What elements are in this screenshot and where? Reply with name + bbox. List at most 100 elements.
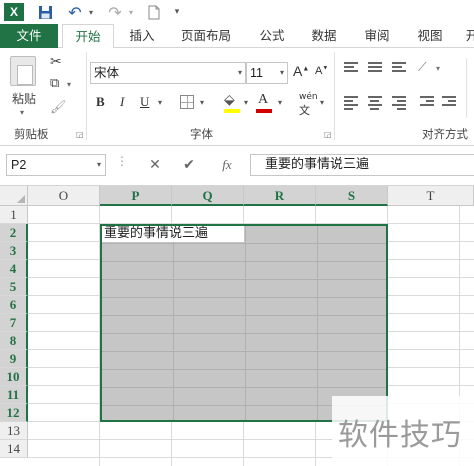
font-size-value: 11 [250, 66, 263, 80]
undo-icon[interactable]: ↶ [66, 3, 84, 22]
row-header-11[interactable]: 11 [0, 386, 28, 404]
insert-function-button[interactable]: fx [212, 154, 242, 176]
row-header-14[interactable]: 14 [0, 440, 28, 458]
ribbon-tab-bar: 文件 开始 插入 页面布局 公式 数据 审阅 视图 开 [0, 24, 474, 49]
tab-file[interactable]: 文件 [0, 24, 58, 48]
redo-dropdown-icon[interactable]: ▾ [126, 3, 136, 21]
quick-access-toolbar: X ↶ ▾ ↷ ▾ ▾ [0, 0, 474, 24]
column-header-q[interactable]: Q [172, 186, 244, 206]
row-header-9[interactable]: 9 [0, 350, 28, 368]
chevron-down-icon[interactable]: ▾ [97, 155, 101, 175]
font-color-swatch [256, 109, 272, 113]
tab-review[interactable]: 审阅 [355, 24, 399, 48]
font-color-icon[interactable]: A [258, 92, 268, 108]
group-divider [86, 52, 87, 140]
row-header-12[interactable]: 12 [0, 404, 28, 422]
paste-button-label[interactable]: 粘贴 [12, 90, 36, 107]
alignment-group-label: 对齐方式 [422, 127, 468, 141]
selected-range[interactable] [100, 224, 388, 422]
row-header-1[interactable]: 1 [0, 206, 28, 224]
column-header-t[interactable]: T [388, 186, 474, 206]
watermark-text: 软件技巧 [338, 418, 462, 453]
name-box[interactable]: P2 ▾ [6, 154, 106, 176]
row-header-6[interactable]: 6 [0, 296, 28, 314]
row-header-7[interactable]: 7 [0, 314, 28, 332]
row-header-2[interactable]: 2 [0, 224, 28, 242]
active-cell-p2[interactable]: 重要的事情说三遍 [102, 226, 244, 242]
group-divider [334, 52, 335, 140]
increase-indent-icon[interactable] [442, 96, 456, 108]
bottom-align-icon[interactable] [392, 62, 406, 74]
font-launcher-icon[interactable]: ◲ [324, 130, 332, 139]
watermark: 软件技巧 [332, 396, 474, 466]
underline-dropdown-icon[interactable]: ▾ [158, 98, 162, 107]
save-icon[interactable] [36, 3, 54, 21]
tab-formulas[interactable]: 公式 [250, 24, 294, 48]
excel-icon[interactable]: X [4, 3, 24, 21]
font-group-label: 字体 [190, 127, 213, 141]
column-header-r[interactable]: R [244, 186, 316, 206]
paste-icon[interactable] [10, 56, 36, 86]
wrap-text-icon[interactable] [466, 58, 474, 118]
phonetic-guide-icon[interactable]: wén 文 [299, 92, 318, 118]
align-right-icon[interactable] [392, 96, 406, 110]
copy-dropdown-icon[interactable]: ▾ [67, 80, 71, 89]
tab-view[interactable]: 视图 [408, 24, 452, 48]
font-color-dropdown-icon[interactable]: ▾ [278, 98, 282, 107]
tab-page-layout[interactable]: 页面布局 [174, 24, 238, 48]
formula-bar: P2 ▾ ⋮ ✕ ✔ fx 重要的事情说三遍 [0, 146, 474, 186]
confirm-edit-button[interactable]: ✔ [174, 154, 204, 176]
paste-dropdown-icon[interactable]: ▾ [20, 108, 24, 117]
row-header-8[interactable]: 8 [0, 332, 28, 350]
borders-dropdown-icon[interactable]: ▾ [200, 98, 204, 107]
font-size-select[interactable]: 11 ▾ [246, 62, 288, 84]
fill-color-icon[interactable]: ⬙ [224, 92, 235, 108]
copy-icon[interactable]: ⧉ [50, 76, 59, 91]
name-box-value: P2 [11, 158, 27, 172]
customize-qat-icon[interactable]: ▾ [172, 3, 182, 21]
tab-home[interactable]: 开始 [62, 24, 114, 49]
formula-bar-resize-handle[interactable]: ⋮ [116, 155, 128, 167]
chevron-down-icon[interactable]: ▾ [280, 63, 284, 83]
underline-button[interactable]: U [140, 94, 149, 110]
italic-button[interactable]: I [120, 94, 124, 110]
redo-icon[interactable]: ↷ [106, 3, 124, 22]
orientation-dropdown-icon[interactable]: ▾ [436, 64, 440, 73]
column-header-s[interactable]: S [316, 186, 388, 206]
phonetic-dropdown-icon[interactable]: ▾ [320, 98, 324, 107]
row-header-4[interactable]: 4 [0, 260, 28, 278]
align-center-icon[interactable] [368, 96, 382, 110]
font-name-select[interactable]: 宋体 ▾ [90, 62, 246, 84]
select-all-corner[interactable] [0, 186, 28, 206]
ribbon-home: 粘贴 ▾ ✂ ⧉ ▾ 🖌 剪贴板 ◲ 宋体 ▾ 11 ▾ A▲ A▼ B I U… [0, 48, 474, 146]
clipboard-launcher-icon[interactable]: ◲ [76, 130, 84, 139]
align-left-icon[interactable] [344, 96, 358, 110]
column-header-p[interactable]: P [100, 186, 172, 206]
increase-font-size-icon[interactable]: A▲ [293, 63, 309, 79]
column-header-o[interactable]: O [28, 186, 100, 206]
cut-icon[interactable]: ✂ [50, 54, 62, 70]
formula-input[interactable]: 重要的事情说三遍 [250, 154, 474, 176]
fill-color-dropdown-icon[interactable]: ▾ [244, 98, 248, 107]
borders-icon[interactable] [180, 95, 194, 109]
bold-button[interactable]: B [96, 94, 105, 110]
format-painter-icon[interactable]: 🖌 [50, 100, 67, 115]
row-header-13[interactable]: 13 [0, 422, 28, 440]
decrease-indent-icon[interactable] [420, 96, 434, 108]
font-name-value: 宋体 [94, 65, 120, 80]
tab-data[interactable]: 数据 [302, 24, 346, 48]
fill-color-swatch [224, 109, 240, 113]
tab-insert[interactable]: 插入 [120, 24, 164, 48]
row-header-5[interactable]: 5 [0, 278, 28, 296]
chevron-down-icon[interactable]: ▾ [238, 63, 242, 83]
row-header-10[interactable]: 10 [0, 368, 28, 386]
undo-dropdown-icon[interactable]: ▾ [86, 3, 96, 21]
cancel-edit-button[interactable]: ✕ [140, 154, 170, 176]
new-document-icon[interactable] [146, 3, 162, 21]
top-align-icon[interactable] [344, 62, 358, 74]
row-header-3[interactable]: 3 [0, 242, 28, 260]
tab-more[interactable]: 开 [462, 24, 474, 48]
orientation-icon[interactable]: ⟋ [418, 60, 426, 75]
middle-align-icon[interactable] [368, 62, 382, 74]
decrease-font-size-icon[interactable]: A▼ [315, 65, 328, 77]
